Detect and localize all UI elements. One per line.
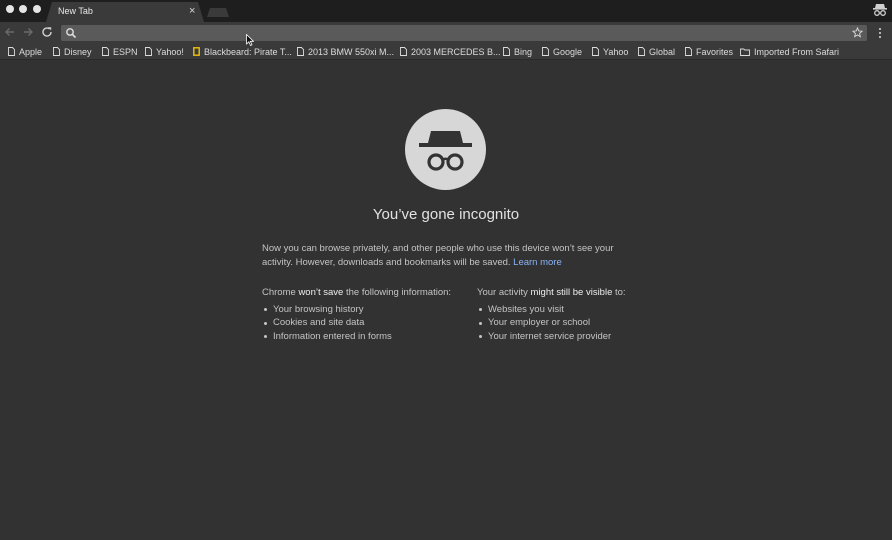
page-icon	[145, 47, 152, 56]
bookmark-label: Favorites	[696, 46, 734, 57]
window-close-button[interactable]	[6, 5, 14, 13]
vertical-dots-icon[interactable]	[877, 27, 883, 39]
bookmark-label: Bing	[514, 46, 533, 57]
heading-text: to:	[612, 287, 626, 298]
bookmark-label: Imported From Safari	[754, 46, 840, 57]
incognito-spy-icon	[405, 109, 486, 190]
page-icon	[592, 47, 599, 56]
reload-icon[interactable]	[40, 25, 54, 39]
window-zoom-button[interactable]	[33, 5, 41, 13]
tab-close-icon[interactable]: ×	[189, 4, 195, 18]
page-icon	[102, 47, 109, 56]
bookmark-yahoo[interactable]: Yahoo	[592, 43, 628, 60]
bookmark-label: Yahoo!	[156, 46, 184, 57]
forward-arrow-icon[interactable]	[21, 25, 35, 39]
national-geographic-icon	[193, 47, 200, 56]
bookmark-google[interactable]: Google	[542, 43, 582, 60]
tab-title: New Tab	[58, 6, 93, 16]
page-icon	[8, 47, 15, 56]
page-icon	[503, 47, 510, 56]
still-visible-list: Websites you visit Your employer or scho…	[477, 303, 626, 344]
new-tab-button[interactable]	[207, 8, 229, 17]
list-item: Information entered in forms	[262, 330, 451, 344]
tab-strip: New Tab ×	[0, 0, 892, 22]
heading-text: Chrome	[262, 287, 299, 298]
page-icon	[297, 47, 304, 56]
bookmark-label: Yahoo	[603, 46, 629, 57]
wont-save-list: Your browsing history Cookies and site d…	[262, 303, 451, 344]
bookmark-blackbeard[interactable]: Blackbeard: Pirate T...	[193, 43, 292, 60]
bookmark-yahoo-exclaim[interactable]: Yahoo!	[145, 43, 184, 60]
bookmark-label: ESPN	[113, 46, 138, 57]
bookmark-label: Blackbeard: Pirate T...	[204, 46, 292, 57]
still-visible-heading: Your activity might still be visible to:	[477, 286, 626, 299]
bookmark-label: 2003 MERCEDES B...	[411, 46, 501, 57]
page-icon	[53, 47, 60, 56]
bookmark-bing[interactable]: Bing	[503, 43, 532, 60]
search-icon	[66, 28, 77, 39]
wont-save-column: Chrome won’t save the following informat…	[262, 286, 451, 343]
back-arrow-icon[interactable]	[3, 25, 17, 39]
page-icon	[685, 47, 692, 56]
bookmark-global[interactable]: Global	[638, 43, 675, 60]
bookmark-apple[interactable]: Apple	[8, 43, 42, 60]
bookmark-label: Disney	[64, 46, 92, 57]
bookmark-mercedes[interactable]: 2003 MERCEDES B...	[400, 43, 501, 60]
wont-save-heading: Chrome won’t save the following informat…	[262, 286, 451, 299]
bookmark-label: 2013 BMW 550xi M...	[308, 46, 395, 57]
page-icon	[400, 47, 407, 56]
bookmark-bmw[interactable]: 2013 BMW 550xi M...	[297, 43, 394, 60]
bookmark-favorites[interactable]: Favorites	[685, 43, 733, 60]
bookmark-label: Google	[553, 46, 583, 57]
page-icon	[638, 47, 645, 56]
heading-text: Your activity	[477, 287, 531, 298]
bookmark-label: Global	[649, 46, 676, 57]
heading-emphasis: might still be visible	[530, 287, 613, 298]
bookmark-folder-imported-from-safari[interactable]: Imported From Safari	[740, 43, 839, 60]
still-visible-column: Your activity might still be visible to:…	[477, 286, 626, 343]
list-item: Your browsing history	[262, 303, 451, 317]
bookmarks-bar: Apple Disney ESPN Yahoo! Blackbeard: Pir…	[0, 43, 892, 60]
learn-more-link[interactable]: Learn more	[513, 257, 562, 268]
incognito-intro: Now you can browse privately, and other …	[262, 242, 634, 269]
tab-new-tab[interactable]: New Tab ×	[46, 2, 204, 22]
folder-icon	[740, 48, 750, 56]
omnibox-input[interactable]	[81, 25, 841, 41]
mouse-cursor-icon	[246, 34, 254, 46]
bookmark-disney[interactable]: Disney	[53, 43, 92, 60]
star-icon[interactable]	[852, 27, 863, 38]
bookmark-label: Apple	[19, 46, 43, 57]
list-item: Your employer or school	[477, 316, 626, 330]
bookmark-espn[interactable]: ESPN	[102, 43, 138, 60]
heading-emphasis: won’t save	[298, 287, 344, 298]
page-title: You’ve gone incognito	[372, 206, 520, 223]
heading-text: the following information:	[343, 287, 452, 298]
omnibox[interactable]	[61, 25, 867, 41]
list-item: Your internet service provider	[477, 330, 626, 344]
list-item: Websites you visit	[477, 303, 626, 317]
incognito-icon	[873, 4, 887, 16]
window-minimize-button[interactable]	[19, 5, 27, 13]
page-icon	[542, 47, 549, 56]
list-item: Cookies and site data	[262, 316, 451, 330]
